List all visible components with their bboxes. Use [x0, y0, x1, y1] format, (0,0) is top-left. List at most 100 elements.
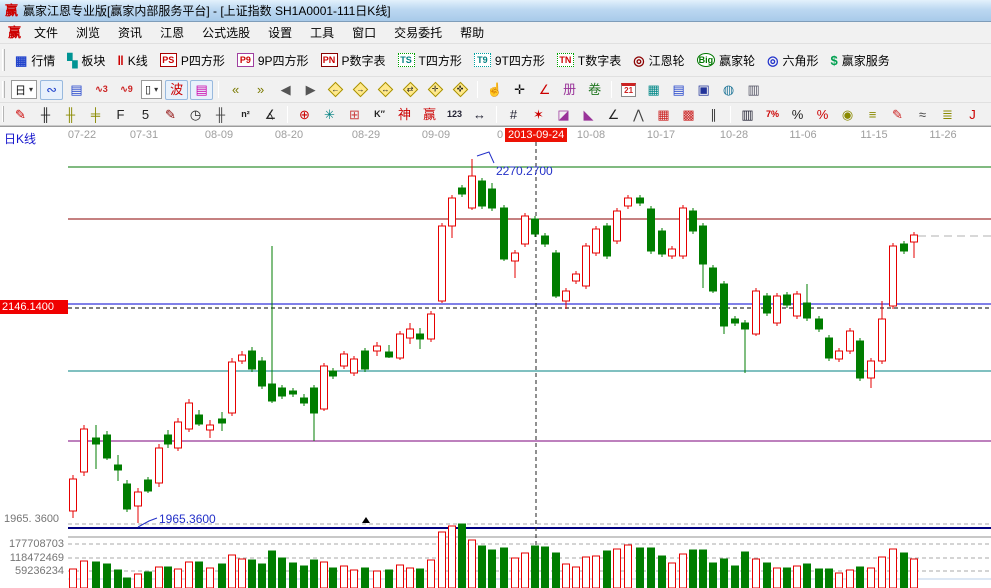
menu-window[interactable]: 窗口	[343, 21, 385, 44]
9t-square-button[interactable]: T99T四方形	[468, 49, 551, 72]
menu-trade[interactable]: 交易委托	[385, 21, 451, 44]
menu-help[interactable]: 帮助	[451, 21, 493, 44]
gold-lines-tool[interactable]: ≡	[861, 104, 884, 124]
print-button[interactable]: ▥	[742, 80, 765, 100]
calendar-button[interactable]: 21	[617, 80, 640, 100]
sectors-button[interactable]: ▚板块	[61, 49, 111, 72]
gann-wheel-button[interactable]: ◎江恩轮	[627, 49, 690, 72]
gann-brush-grid-tool[interactable]: ✎	[159, 104, 182, 124]
menu-gann[interactable]: 江恩	[151, 21, 193, 44]
nav-last-button[interactable]: »	[249, 80, 272, 100]
star-grid-tool[interactable]: ✳	[318, 104, 341, 124]
ruler-123-tool[interactable]: 123	[443, 104, 466, 124]
pan-hand-button[interactable]: ☝	[483, 80, 506, 100]
candle-style-selector[interactable]: ▯▾	[141, 80, 162, 99]
gann-grid-gold-tool-1[interactable]: ╫	[59, 104, 82, 124]
diamond-hrange-button[interactable]: ↔	[374, 80, 397, 100]
menu-tools[interactable]: 工具	[301, 21, 343, 44]
wave-tool-button[interactable]: 波	[165, 80, 188, 100]
nav-next-button[interactable]: ▶	[299, 80, 322, 100]
k-mark-tool[interactable]: K″	[368, 104, 391, 124]
zigzag-tool[interactable]: ⋀	[627, 104, 650, 124]
gann-grid-tool-2[interactable]: ╫	[209, 104, 232, 124]
width-arrow-tool[interactable]: ↔	[468, 104, 491, 124]
f-slope-tool[interactable]: F	[986, 104, 991, 124]
notebook-button[interactable]: ▤	[667, 80, 690, 100]
crosshair-button[interactable]: ✛	[508, 80, 531, 100]
hexagon-button[interactable]: ◎六角形	[761, 49, 824, 72]
calculator-button[interactable]: ▦	[642, 80, 665, 100]
menu-formula-stock-pick[interactable]: 公式选股	[193, 21, 259, 44]
frame-tool[interactable]: #	[502, 104, 525, 124]
p-square-button[interactable]: PSP四方形	[154, 49, 231, 72]
t-square-button[interactable]: TST四方形	[392, 49, 468, 72]
diamond-left-button[interactable]: ←	[324, 80, 347, 100]
save-button[interactable]: ▣	[692, 80, 715, 100]
gann-tool-green-button[interactable]: 卷	[583, 80, 606, 100]
wave-3-button[interactable]: ∿3	[90, 80, 113, 100]
grid-red-tool-1[interactable]: ▦	[652, 104, 675, 124]
nav-first-button[interactable]: «	[224, 80, 247, 100]
toolbar-grip[interactable]	[2, 106, 4, 121]
p-table-button[interactable]: PNP数字表	[315, 49, 392, 72]
ray-fan-tool[interactable]: ✶	[527, 104, 550, 124]
pencil-flag-tool[interactable]: ✎	[886, 104, 909, 124]
9p-square-button[interactable]: P99P四方形	[231, 49, 315, 72]
j-slope-tool[interactable]: J	[961, 104, 984, 124]
wave-9-button[interactable]: ∿9	[115, 80, 138, 100]
parallel-lines-tool[interactable]: ∥	[702, 104, 725, 124]
menu-file[interactable]: 文件	[25, 21, 67, 44]
scale-bars-tool[interactable]: ▥	[736, 104, 759, 124]
data-export-button[interactable]: ◍	[717, 80, 740, 100]
angle-lines-tool[interactable]: ∠	[602, 104, 625, 124]
draw-brush-tool[interactable]: ✎	[9, 104, 32, 124]
gann-grid-f-tool[interactable]: F	[109, 104, 132, 124]
diamond-expand-button[interactable]: ✜	[449, 80, 472, 100]
win-grid-tool[interactable]: 赢	[418, 104, 441, 124]
gann-clock-tool[interactable]: ◷	[184, 104, 207, 124]
quotes-button[interactable]: ▦行情	[9, 49, 61, 72]
chart-area[interactable]: 日K线 2013-09-24 2146.1400 1965. 3600 2270…	[0, 126, 991, 587]
circle-cross-tool[interactable]: ⊕	[293, 104, 316, 124]
menu-news[interactable]: 资讯	[109, 21, 151, 44]
date-axis-label: 10-08	[577, 129, 605, 141]
menu-browse[interactable]: 浏览	[67, 21, 109, 44]
kline-chart-canvas[interactable]	[0, 127, 991, 588]
info-note-button[interactable]: ▤	[65, 80, 88, 100]
percent-line-tool[interactable]: %	[811, 104, 834, 124]
box-grid-tool[interactable]: ⊞	[343, 104, 366, 124]
shen-grid-tool[interactable]: 神	[393, 104, 416, 124]
angle-measure-button[interactable]: ∠	[533, 80, 556, 100]
percent-7-tool[interactable]: 7%	[761, 104, 784, 124]
grid-red-tool-2[interactable]: ▩	[677, 104, 700, 124]
diamond-right-button[interactable]: →	[349, 80, 372, 100]
t-table-button[interactable]: TNT数字表	[551, 49, 627, 72]
gann-grid-gold-tool-2[interactable]: ╪	[84, 104, 107, 124]
winner-wheel-button[interactable]: Big赢家轮	[691, 49, 762, 72]
angle-ruler-tool[interactable]: ∡	[259, 104, 282, 124]
winner-service-button[interactable]: $赢家服务	[824, 49, 895, 72]
wave-lines-tool[interactable]: ≈	[911, 104, 934, 124]
percent-tool[interactable]: %	[786, 104, 809, 124]
menu-settings[interactable]: 设置	[259, 21, 301, 44]
box-fan-purple-tool[interactable]: ◪	[552, 104, 575, 124]
calendar-icon: 21	[621, 83, 636, 97]
free-draw-tool[interactable]: ∾	[40, 80, 63, 100]
n-square-tool[interactable]: n²	[234, 104, 257, 124]
gann-grid-tool-1[interactable]: ╫	[34, 104, 57, 124]
kline-button[interactable]: ‖K线	[111, 49, 153, 72]
gann-wheel-icon: ◎	[633, 54, 644, 67]
nav-prev-button[interactable]: ◀	[274, 80, 297, 100]
diamond-cross-button[interactable]: ✛	[424, 80, 447, 100]
volume-axis-label: 59236234	[0, 565, 64, 577]
diamond-swap-button[interactable]: ⇄	[399, 80, 422, 100]
period-selector[interactable]: 日▾	[11, 80, 37, 99]
gold-lines-tool-2[interactable]: ≣	[936, 104, 959, 124]
toolbar-grip[interactable]	[2, 81, 5, 99]
gann-tool-purple-button[interactable]: 册	[558, 80, 581, 100]
fan-purple-tool[interactable]: ◣	[577, 104, 600, 124]
toolbar-grip[interactable]	[2, 49, 5, 71]
gann-spiral-tool[interactable]: 5	[134, 104, 157, 124]
volume-profile-button[interactable]: ▤	[190, 80, 213, 100]
gold-circle-tool[interactable]: ◉	[836, 104, 859, 124]
